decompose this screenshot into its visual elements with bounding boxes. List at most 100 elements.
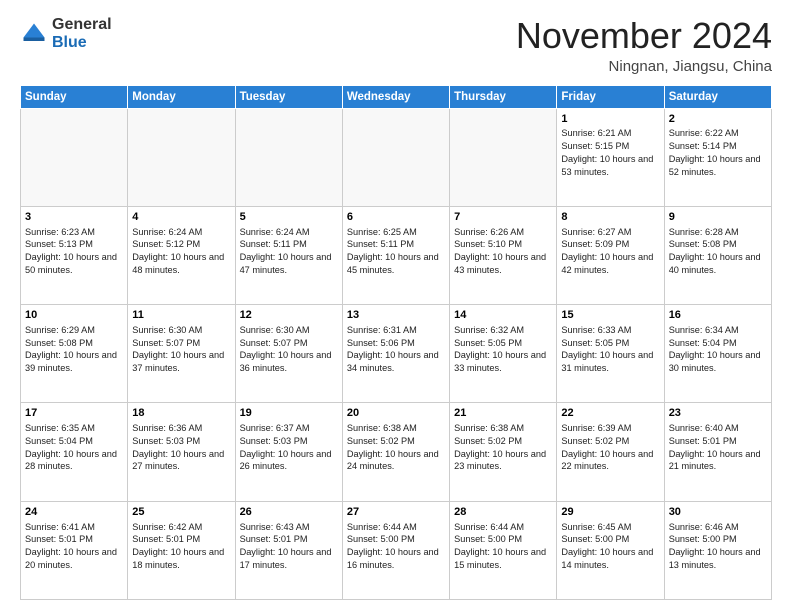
weekday-header-tuesday: Tuesday: [235, 85, 342, 108]
calendar-cell: 13Sunrise: 6:31 AM Sunset: 5:06 PM Dayli…: [342, 305, 449, 403]
day-number: 20: [347, 406, 445, 421]
calendar-cell: [128, 108, 235, 206]
header: General Blue November 2024 Ningnan, Jian…: [20, 16, 772, 75]
calendar-cell: [342, 108, 449, 206]
calendar-cell: 12Sunrise: 6:30 AM Sunset: 5:07 PM Dayli…: [235, 305, 342, 403]
day-number: 8: [561, 210, 659, 225]
day-number: 30: [669, 505, 767, 520]
cell-info: Sunrise: 6:37 AM Sunset: 5:03 PM Dayligh…: [240, 422, 338, 473]
calendar-week-0: 1Sunrise: 6:21 AM Sunset: 5:15 PM Daylig…: [21, 108, 772, 206]
calendar-cell: 15Sunrise: 6:33 AM Sunset: 5:05 PM Dayli…: [557, 305, 664, 403]
weekday-header-thursday: Thursday: [450, 85, 557, 108]
cell-info: Sunrise: 6:43 AM Sunset: 5:01 PM Dayligh…: [240, 521, 338, 572]
logo-general: General: [52, 16, 112, 34]
calendar-cell: 14Sunrise: 6:32 AM Sunset: 5:05 PM Dayli…: [450, 305, 557, 403]
cell-info: Sunrise: 6:40 AM Sunset: 5:01 PM Dayligh…: [669, 422, 767, 473]
logo: General Blue: [20, 16, 112, 51]
day-number: 19: [240, 406, 338, 421]
cell-info: Sunrise: 6:38 AM Sunset: 5:02 PM Dayligh…: [454, 422, 552, 473]
calendar-week-2: 10Sunrise: 6:29 AM Sunset: 5:08 PM Dayli…: [21, 305, 772, 403]
calendar-cell: 18Sunrise: 6:36 AM Sunset: 5:03 PM Dayli…: [128, 403, 235, 501]
day-number: 15: [561, 308, 659, 323]
calendar-table: SundayMondayTuesdayWednesdayThursdayFrid…: [20, 85, 772, 600]
calendar-cell: 26Sunrise: 6:43 AM Sunset: 5:01 PM Dayli…: [235, 501, 342, 599]
calendar-cell: 24Sunrise: 6:41 AM Sunset: 5:01 PM Dayli…: [21, 501, 128, 599]
cell-info: Sunrise: 6:25 AM Sunset: 5:11 PM Dayligh…: [347, 226, 445, 277]
cell-info: Sunrise: 6:39 AM Sunset: 5:02 PM Dayligh…: [561, 422, 659, 473]
day-number: 1: [561, 112, 659, 127]
month-title: November 2024: [516, 16, 772, 56]
cell-info: Sunrise: 6:36 AM Sunset: 5:03 PM Dayligh…: [132, 422, 230, 473]
weekday-header-sunday: Sunday: [21, 85, 128, 108]
day-number: 22: [561, 406, 659, 421]
day-number: 26: [240, 505, 338, 520]
calendar-week-1: 3Sunrise: 6:23 AM Sunset: 5:13 PM Daylig…: [21, 206, 772, 304]
cell-info: Sunrise: 6:21 AM Sunset: 5:15 PM Dayligh…: [561, 127, 659, 178]
day-number: 16: [669, 308, 767, 323]
calendar-week-4: 24Sunrise: 6:41 AM Sunset: 5:01 PM Dayli…: [21, 501, 772, 599]
day-number: 23: [669, 406, 767, 421]
calendar-cell: 16Sunrise: 6:34 AM Sunset: 5:04 PM Dayli…: [664, 305, 771, 403]
calendar-cell: 9Sunrise: 6:28 AM Sunset: 5:08 PM Daylig…: [664, 206, 771, 304]
day-number: 25: [132, 505, 230, 520]
day-number: 13: [347, 308, 445, 323]
day-number: 2: [669, 112, 767, 127]
cell-info: Sunrise: 6:29 AM Sunset: 5:08 PM Dayligh…: [25, 324, 123, 375]
cell-info: Sunrise: 6:35 AM Sunset: 5:04 PM Dayligh…: [25, 422, 123, 473]
cell-info: Sunrise: 6:22 AM Sunset: 5:14 PM Dayligh…: [669, 127, 767, 178]
calendar-cell: [450, 108, 557, 206]
calendar-cell: 11Sunrise: 6:30 AM Sunset: 5:07 PM Dayli…: [128, 305, 235, 403]
location: Ningnan, Jiangsu, China: [516, 58, 772, 75]
calendar-cell: 2Sunrise: 6:22 AM Sunset: 5:14 PM Daylig…: [664, 108, 771, 206]
cell-info: Sunrise: 6:30 AM Sunset: 5:07 PM Dayligh…: [132, 324, 230, 375]
calendar-cell: 4Sunrise: 6:24 AM Sunset: 5:12 PM Daylig…: [128, 206, 235, 304]
day-number: 11: [132, 308, 230, 323]
calendar-cell: [21, 108, 128, 206]
weekday-header-friday: Friday: [557, 85, 664, 108]
calendar-cell: 23Sunrise: 6:40 AM Sunset: 5:01 PM Dayli…: [664, 403, 771, 501]
day-number: 12: [240, 308, 338, 323]
day-number: 28: [454, 505, 552, 520]
day-number: 29: [561, 505, 659, 520]
cell-info: Sunrise: 6:28 AM Sunset: 5:08 PM Dayligh…: [669, 226, 767, 277]
cell-info: Sunrise: 6:31 AM Sunset: 5:06 PM Dayligh…: [347, 324, 445, 375]
logo-blue: Blue: [52, 34, 112, 52]
calendar-cell: [235, 108, 342, 206]
day-number: 21: [454, 406, 552, 421]
calendar-cell: 19Sunrise: 6:37 AM Sunset: 5:03 PM Dayli…: [235, 403, 342, 501]
day-number: 4: [132, 210, 230, 225]
calendar-cell: 10Sunrise: 6:29 AM Sunset: 5:08 PM Dayli…: [21, 305, 128, 403]
cell-info: Sunrise: 6:41 AM Sunset: 5:01 PM Dayligh…: [25, 521, 123, 572]
day-number: 9: [669, 210, 767, 225]
calendar-cell: 6Sunrise: 6:25 AM Sunset: 5:11 PM Daylig…: [342, 206, 449, 304]
day-number: 6: [347, 210, 445, 225]
cell-info: Sunrise: 6:30 AM Sunset: 5:07 PM Dayligh…: [240, 324, 338, 375]
calendar-cell: 30Sunrise: 6:46 AM Sunset: 5:00 PM Dayli…: [664, 501, 771, 599]
calendar-cell: 20Sunrise: 6:38 AM Sunset: 5:02 PM Dayli…: [342, 403, 449, 501]
cell-info: Sunrise: 6:27 AM Sunset: 5:09 PM Dayligh…: [561, 226, 659, 277]
day-number: 7: [454, 210, 552, 225]
calendar-page: General Blue November 2024 Ningnan, Jian…: [0, 0, 792, 612]
cell-info: Sunrise: 6:46 AM Sunset: 5:00 PM Dayligh…: [669, 521, 767, 572]
logo-text: General Blue: [52, 16, 112, 51]
cell-info: Sunrise: 6:42 AM Sunset: 5:01 PM Dayligh…: [132, 521, 230, 572]
calendar-cell: 21Sunrise: 6:38 AM Sunset: 5:02 PM Dayli…: [450, 403, 557, 501]
day-number: 5: [240, 210, 338, 225]
weekday-header-monday: Monday: [128, 85, 235, 108]
cell-info: Sunrise: 6:24 AM Sunset: 5:12 PM Dayligh…: [132, 226, 230, 277]
day-number: 18: [132, 406, 230, 421]
cell-info: Sunrise: 6:45 AM Sunset: 5:00 PM Dayligh…: [561, 521, 659, 572]
day-number: 24: [25, 505, 123, 520]
day-number: 27: [347, 505, 445, 520]
calendar-cell: 5Sunrise: 6:24 AM Sunset: 5:11 PM Daylig…: [235, 206, 342, 304]
cell-info: Sunrise: 6:38 AM Sunset: 5:02 PM Dayligh…: [347, 422, 445, 473]
cell-info: Sunrise: 6:24 AM Sunset: 5:11 PM Dayligh…: [240, 226, 338, 277]
calendar-cell: 17Sunrise: 6:35 AM Sunset: 5:04 PM Dayli…: [21, 403, 128, 501]
title-block: November 2024 Ningnan, Jiangsu, China: [516, 16, 772, 75]
calendar-cell: 3Sunrise: 6:23 AM Sunset: 5:13 PM Daylig…: [21, 206, 128, 304]
logo-icon: [20, 20, 48, 48]
weekday-header-wednesday: Wednesday: [342, 85, 449, 108]
day-number: 10: [25, 308, 123, 323]
calendar-week-3: 17Sunrise: 6:35 AM Sunset: 5:04 PM Dayli…: [21, 403, 772, 501]
calendar-cell: 27Sunrise: 6:44 AM Sunset: 5:00 PM Dayli…: [342, 501, 449, 599]
